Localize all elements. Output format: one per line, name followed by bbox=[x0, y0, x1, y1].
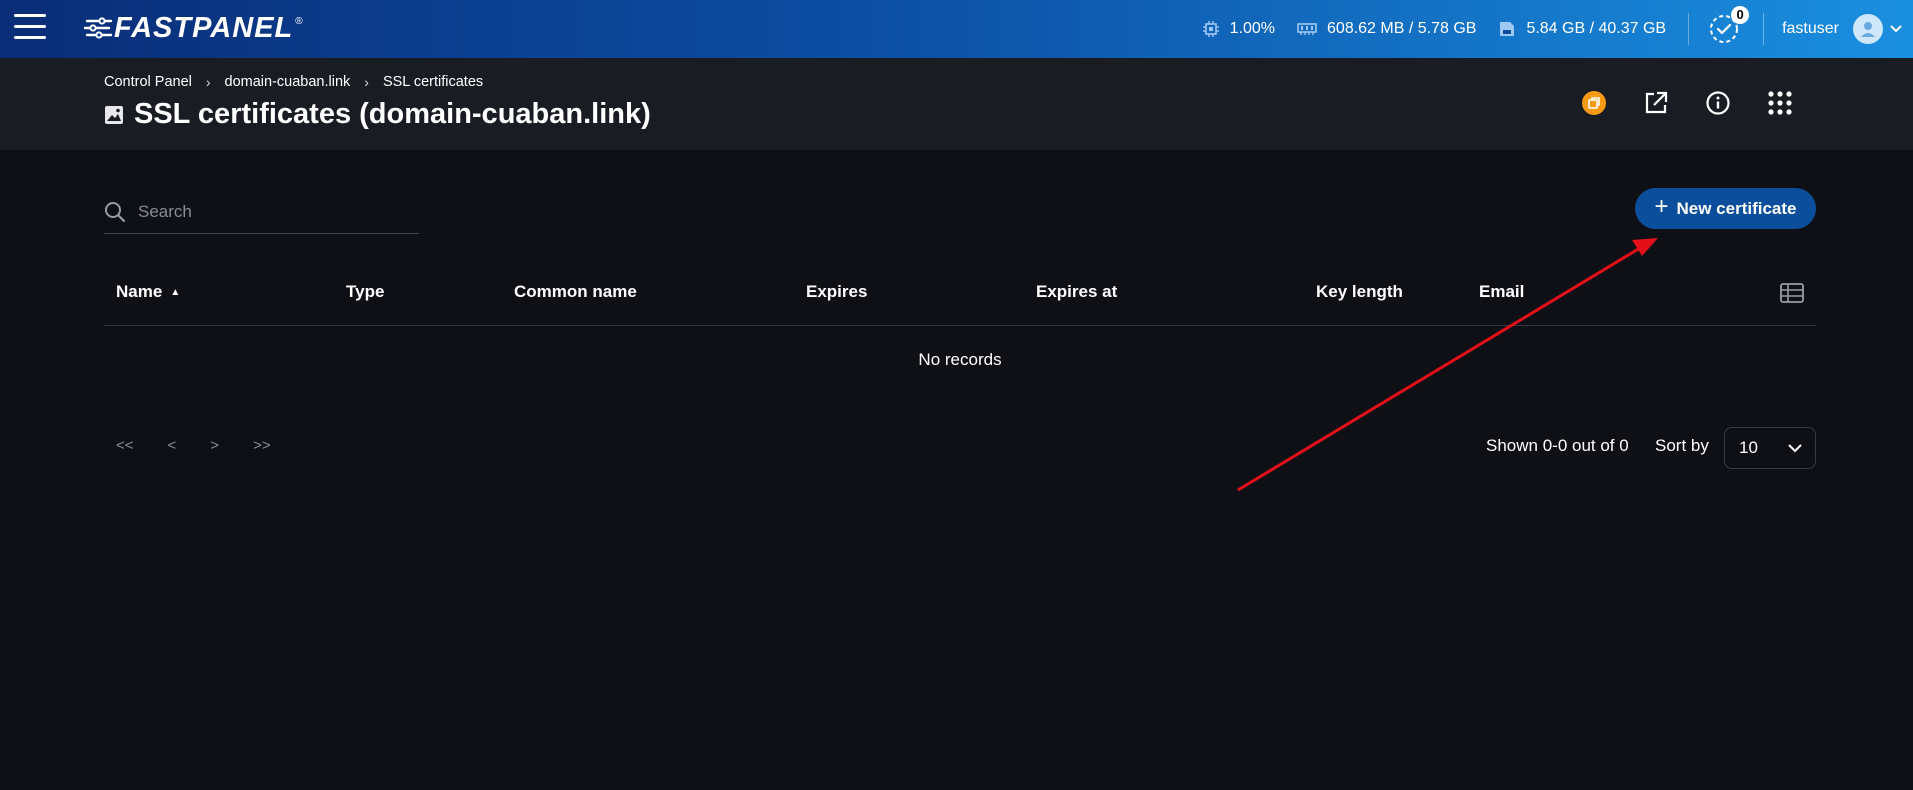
tasks-count-badge: 0 bbox=[1731, 6, 1750, 24]
grid-dots-icon bbox=[1768, 91, 1792, 115]
username: fastuser bbox=[1782, 20, 1839, 37]
table-columns-icon bbox=[1780, 283, 1804, 303]
prev-page-button[interactable]: < bbox=[168, 437, 177, 454]
last-page-button[interactable]: >> bbox=[253, 437, 271, 454]
search-input[interactable] bbox=[138, 201, 408, 222]
chevron-down-icon bbox=[1788, 444, 1802, 453]
cpu-stat: 1.00% bbox=[1202, 20, 1275, 38]
breadcrumb-separator: › bbox=[364, 74, 369, 90]
logo-sliders-icon bbox=[84, 17, 113, 39]
avatar bbox=[1853, 14, 1883, 44]
copy-icon bbox=[1582, 91, 1606, 115]
column-header-name[interactable]: Name ▲ bbox=[116, 282, 180, 302]
breadcrumb-domain[interactable]: domain-cuaban.link bbox=[225, 74, 351, 90]
plus-icon: + bbox=[1654, 193, 1669, 220]
apps-button[interactable] bbox=[1765, 88, 1795, 118]
breadcrumb-control-panel[interactable]: Control Panel bbox=[104, 74, 192, 90]
disk-value: 5.84 GB / 40.37 GB bbox=[1526, 20, 1667, 37]
column-settings-button[interactable] bbox=[1780, 282, 1804, 309]
column-header-key-length[interactable]: Key length bbox=[1316, 282, 1403, 302]
menu-icon[interactable] bbox=[14, 14, 46, 42]
open-external-button[interactable] bbox=[1641, 88, 1671, 118]
cpu-value: 1.00% bbox=[1229, 20, 1276, 37]
breadcrumb: Control Panel › domain-cuaban.link › SSL… bbox=[104, 74, 483, 90]
tasks-button[interactable]: 0 bbox=[1707, 6, 1750, 46]
external-link-icon bbox=[1645, 91, 1668, 114]
breadcrumb-ssl-certificates[interactable]: SSL certificates bbox=[383, 74, 483, 90]
server-stats: 1.00% 608.62 MB / 5.78 GB 5.84 GB / 40.3… bbox=[1202, 0, 1913, 58]
first-page-button[interactable]: << bbox=[116, 437, 134, 454]
page-size-value: 10 bbox=[1739, 438, 1758, 457]
sort-by-label: Sort by bbox=[1655, 436, 1709, 455]
sort-ascending-icon: ▲ bbox=[170, 287, 181, 299]
page-title-text: SSL certificates (domain-cuaban.link) bbox=[134, 98, 651, 130]
info-icon bbox=[1706, 91, 1730, 115]
info-button[interactable] bbox=[1703, 88, 1733, 118]
column-header-type[interactable]: Type bbox=[346, 282, 384, 302]
breadcrumb-separator: › bbox=[205, 74, 211, 90]
ram-value: 608.62 MB / 5.78 GB bbox=[1327, 20, 1477, 37]
page-header: Control Panel › domain-cuaban.link › SSL… bbox=[0, 58, 1913, 150]
ram-stat: 608.62 MB / 5.78 GB bbox=[1297, 20, 1476, 38]
fastpanel-logo[interactable]: FASTPANEL ® bbox=[84, 10, 303, 46]
search-icon bbox=[105, 201, 126, 222]
top-bar: FASTPANEL ® 1.00% 608.62 MB / 5.78 GB 5.… bbox=[0, 0, 1913, 58]
divider bbox=[1688, 13, 1690, 45]
column-header-expires[interactable]: Expires bbox=[806, 282, 867, 302]
next-page-button[interactable]: > bbox=[210, 437, 219, 454]
column-header-common-name[interactable]: Common name bbox=[514, 282, 637, 302]
user-icon bbox=[1861, 22, 1875, 37]
header-actions bbox=[1547, 88, 1795, 118]
column-label: Name bbox=[116, 282, 163, 301]
divider bbox=[1763, 13, 1765, 45]
user-menu[interactable]: fastuser bbox=[1782, 14, 1903, 44]
disk-stat: 5.84 GB / 40.37 GB bbox=[1498, 20, 1666, 38]
chevron-down-icon bbox=[1890, 25, 1902, 33]
new-certificate-button[interactable]: + New certificate bbox=[1635, 188, 1816, 229]
empty-table-message: No records bbox=[918, 350, 1002, 369]
records-count: Shown 0-0 out of 0 bbox=[1486, 436, 1629, 455]
pagination: << < > >> bbox=[116, 437, 305, 454]
new-certificate-label: New certificate bbox=[1676, 198, 1797, 218]
logo-text: FASTPANEL bbox=[114, 11, 294, 44]
page-size-select[interactable]: 10 bbox=[1724, 427, 1816, 469]
column-header-expires-at[interactable]: Expires at bbox=[1036, 282, 1117, 302]
table-header: Name ▲ Type Common name Expires Expires a… bbox=[104, 272, 1816, 326]
image-icon bbox=[105, 105, 123, 124]
ram-icon bbox=[1297, 23, 1317, 35]
column-header-email[interactable]: Email bbox=[1479, 282, 1524, 302]
cpu-icon bbox=[1202, 21, 1219, 37]
disk-icon bbox=[1500, 22, 1515, 36]
search-field[interactable] bbox=[104, 190, 419, 234]
page-title: SSL certificates (domain-cuaban.link) bbox=[104, 98, 651, 131]
copy-button[interactable] bbox=[1579, 88, 1609, 118]
registered-mark: ® bbox=[295, 15, 303, 27]
